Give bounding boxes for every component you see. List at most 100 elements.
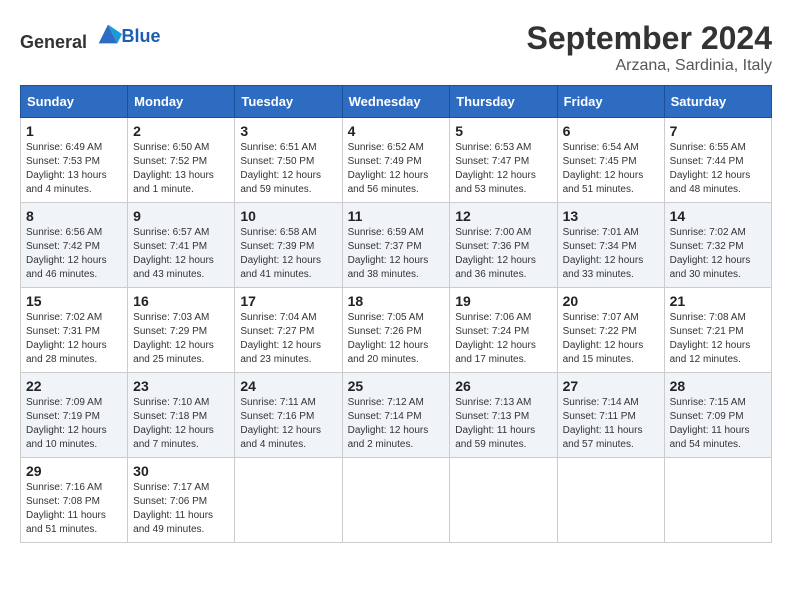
calendar-cell: 14 Sunrise: 7:02 AMSunset: 7:32 PMDayligh…	[664, 203, 771, 288]
day-number: 30	[133, 463, 229, 479]
calendar-week-row: 8Sunrise: 6:56 AMSunset: 7:42 PMDaylight…	[21, 203, 772, 288]
calendar-cell	[235, 458, 342, 543]
day-info: Sunrise: 7:02 AMSunset: 7:32 PMDaylight:…	[670, 226, 766, 282]
calendar-cell	[450, 458, 557, 543]
weekday-header-wednesday: Wednesday	[342, 86, 450, 118]
day-info: Sunrise: 7:13 AMSunset: 7:13 PMDaylight:…	[455, 396, 551, 452]
day-number: 18	[348, 293, 445, 309]
calendar-week-row: 22Sunrise: 7:09 AMSunset: 7:19 PMDayligh…	[21, 373, 772, 458]
calendar-cell: 8Sunrise: 6:56 AMSunset: 7:42 PMDaylight…	[21, 203, 128, 288]
calendar-cell: 12 Sunrise: 7:00 AMSunset: 7:36 PMDayligh…	[450, 203, 557, 288]
calendar-cell: 16 Sunrise: 7:03 AMSunset: 7:29 PMDayligh…	[128, 288, 235, 373]
day-info: Sunrise: 7:16 AMSunset: 7:08 PMDaylight:…	[26, 481, 122, 537]
day-info: Sunrise: 7:00 AMSunset: 7:36 PMDaylight:…	[455, 226, 551, 282]
day-number: 23	[133, 378, 229, 394]
calendar-cell: 7 Sunrise: 6:55 AMSunset: 7:44 PMDaylight…	[664, 118, 771, 203]
day-number: 28	[670, 378, 766, 394]
day-info: Sunrise: 7:08 AMSunset: 7:21 PMDaylight:…	[670, 311, 766, 367]
day-info: Sunrise: 7:17 AMSunset: 7:06 PMDaylight:…	[133, 481, 229, 537]
day-info: Sunrise: 7:06 AMSunset: 7:24 PMDaylight:…	[455, 311, 551, 367]
day-info: Sunrise: 7:05 AMSunset: 7:26 PMDaylight:…	[348, 311, 445, 367]
day-number: 24	[240, 378, 336, 394]
day-number: 5	[455, 123, 551, 139]
day-number: 21	[670, 293, 766, 309]
day-info: Sunrise: 7:02 AMSunset: 7:31 PMDaylight:…	[26, 311, 122, 367]
day-number: 7	[670, 123, 766, 139]
weekday-header-tuesday: Tuesday	[235, 86, 342, 118]
day-info: Sunrise: 6:54 AMSunset: 7:45 PMDaylight:…	[563, 141, 659, 197]
day-info: Sunrise: 6:59 AMSunset: 7:37 PMDaylight:…	[348, 226, 445, 282]
weekday-header-sunday: Sunday	[21, 86, 128, 118]
day-info: Sunrise: 6:49 AMSunset: 7:53 PMDaylight:…	[26, 141, 122, 197]
month-title: September 2024	[527, 20, 772, 57]
calendar-cell	[664, 458, 771, 543]
calendar-cell: 1Sunrise: 6:49 AMSunset: 7:53 PMDaylight…	[21, 118, 128, 203]
calendar-table: SundayMondayTuesdayWednesdayThursdayFrid…	[20, 85, 772, 543]
calendar-cell: 19 Sunrise: 7:06 AMSunset: 7:24 PMDayligh…	[450, 288, 557, 373]
calendar-cell: 6 Sunrise: 6:54 AMSunset: 7:45 PMDaylight…	[557, 118, 664, 203]
day-info: Sunrise: 6:57 AMSunset: 7:41 PMDaylight:…	[133, 226, 229, 282]
day-number: 6	[563, 123, 659, 139]
day-number: 25	[348, 378, 445, 394]
day-number: 17	[240, 293, 336, 309]
calendar-cell: 24 Sunrise: 7:11 AMSunset: 7:16 PMDayligh…	[235, 373, 342, 458]
day-number: 16	[133, 293, 229, 309]
calendar-cell: 18 Sunrise: 7:05 AMSunset: 7:26 PMDayligh…	[342, 288, 450, 373]
day-info: Sunrise: 6:52 AMSunset: 7:49 PMDaylight:…	[348, 141, 445, 197]
day-info: Sunrise: 7:11 AMSunset: 7:16 PMDaylight:…	[240, 396, 336, 452]
day-number: 3	[240, 123, 336, 139]
calendar-cell: 11Sunrise: 6:59 AMSunset: 7:37 PMDayligh…	[342, 203, 450, 288]
day-info: Sunrise: 7:09 AMSunset: 7:19 PMDaylight:…	[26, 396, 122, 452]
day-number: 15	[26, 293, 122, 309]
calendar-cell: 9Sunrise: 6:57 AMSunset: 7:41 PMDaylight…	[128, 203, 235, 288]
day-number: 29	[26, 463, 122, 479]
calendar-cell: 25Sunrise: 7:12 AMSunset: 7:14 PMDayligh…	[342, 373, 450, 458]
day-info: Sunrise: 7:10 AMSunset: 7:18 PMDaylight:…	[133, 396, 229, 452]
day-number: 13	[563, 208, 659, 224]
day-number: 12	[455, 208, 551, 224]
day-info: Sunrise: 7:14 AMSunset: 7:11 PMDaylight:…	[563, 396, 659, 452]
day-info: Sunrise: 7:07 AMSunset: 7:22 PMDaylight:…	[563, 311, 659, 367]
logo-general: General	[20, 32, 87, 52]
day-info: Sunrise: 7:15 AMSunset: 7:09 PMDaylight:…	[670, 396, 766, 452]
day-info: Sunrise: 7:03 AMSunset: 7:29 PMDaylight:…	[133, 311, 229, 367]
logo-blue: Blue	[122, 26, 161, 46]
calendar-cell: 21 Sunrise: 7:08 AMSunset: 7:21 PMDayligh…	[664, 288, 771, 373]
calendar-cell: 29 Sunrise: 7:16 AMSunset: 7:08 PMDayligh…	[21, 458, 128, 543]
day-number: 27	[563, 378, 659, 394]
calendar-cell: 26Sunrise: 7:13 AMSunset: 7:13 PMDayligh…	[450, 373, 557, 458]
day-info: Sunrise: 6:55 AMSunset: 7:44 PMDaylight:…	[670, 141, 766, 197]
weekday-header-friday: Friday	[557, 86, 664, 118]
day-info: Sunrise: 6:56 AMSunset: 7:42 PMDaylight:…	[26, 226, 122, 282]
logo: General Blue	[20, 20, 161, 53]
day-number: 14	[670, 208, 766, 224]
day-info: Sunrise: 6:50 AMSunset: 7:52 PMDaylight:…	[133, 141, 229, 197]
calendar-cell: 15 Sunrise: 7:02 AMSunset: 7:31 PMDayligh…	[21, 288, 128, 373]
day-number: 19	[455, 293, 551, 309]
calendar-cell: 13 Sunrise: 7:01 AMSunset: 7:34 PMDayligh…	[557, 203, 664, 288]
day-number: 10	[240, 208, 336, 224]
day-info: Sunrise: 7:01 AMSunset: 7:34 PMDaylight:…	[563, 226, 659, 282]
calendar-week-row: 29 Sunrise: 7:16 AMSunset: 7:08 PMDayligh…	[21, 458, 772, 543]
weekday-header-saturday: Saturday	[664, 86, 771, 118]
calendar-cell: 10Sunrise: 6:58 AMSunset: 7:39 PMDayligh…	[235, 203, 342, 288]
day-info: Sunrise: 6:53 AMSunset: 7:47 PMDaylight:…	[455, 141, 551, 197]
page-header: General Blue September 2024 Arzana, Sard…	[20, 20, 772, 75]
calendar-cell: 23 Sunrise: 7:10 AMSunset: 7:18 PMDayligh…	[128, 373, 235, 458]
calendar-cell: 22Sunrise: 7:09 AMSunset: 7:19 PMDayligh…	[21, 373, 128, 458]
location-title: Arzana, Sardinia, Italy	[527, 57, 772, 75]
calendar-week-row: 15 Sunrise: 7:02 AMSunset: 7:31 PMDayligh…	[21, 288, 772, 373]
day-number: 20	[563, 293, 659, 309]
title-area: September 2024 Arzana, Sardinia, Italy	[527, 20, 772, 75]
calendar-cell: 3 Sunrise: 6:51 AMSunset: 7:50 PMDaylight…	[235, 118, 342, 203]
day-info: Sunrise: 7:04 AMSunset: 7:27 PMDaylight:…	[240, 311, 336, 367]
logo-icon	[94, 20, 122, 48]
day-info: Sunrise: 6:51 AMSunset: 7:50 PMDaylight:…	[240, 141, 336, 197]
calendar-cell: 28 Sunrise: 7:15 AMSunset: 7:09 PMDayligh…	[664, 373, 771, 458]
calendar-cell: 4Sunrise: 6:52 AMSunset: 7:49 PMDaylight…	[342, 118, 450, 203]
calendar-cell	[557, 458, 664, 543]
calendar-cell: 5 Sunrise: 6:53 AMSunset: 7:47 PMDaylight…	[450, 118, 557, 203]
calendar-cell: 2Sunrise: 6:50 AMSunset: 7:52 PMDaylight…	[128, 118, 235, 203]
weekday-header-row: SundayMondayTuesdayWednesdayThursdayFrid…	[21, 86, 772, 118]
calendar-cell: 27 Sunrise: 7:14 AMSunset: 7:11 PMDayligh…	[557, 373, 664, 458]
